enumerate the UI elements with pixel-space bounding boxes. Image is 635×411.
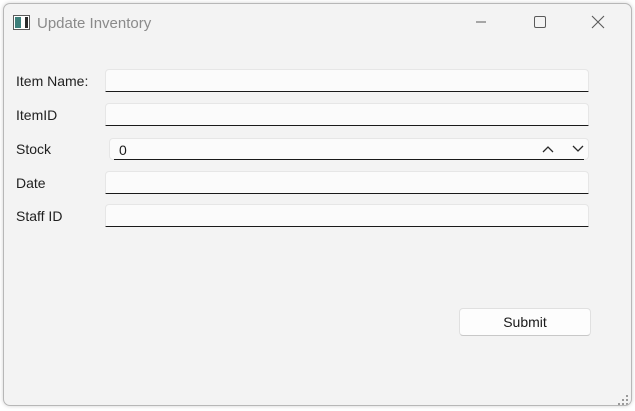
- staff-id-field[interactable]: [105, 204, 589, 227]
- stock-value[interactable]: 0: [119, 142, 127, 158]
- stock-underline: [114, 158, 584, 160]
- chevron-down-icon: [572, 140, 584, 158]
- item-id-label: ItemID: [16, 107, 58, 123]
- maximize-button[interactable]: [517, 4, 563, 44]
- staff-id-label: Staff ID: [16, 208, 63, 224]
- close-icon: [591, 15, 605, 34]
- item-name-field[interactable]: [105, 69, 589, 92]
- resize-grip-icon[interactable]: [618, 392, 628, 405]
- close-button[interactable]: [575, 4, 621, 44]
- chevron-up-icon: [542, 140, 554, 158]
- item-id-field[interactable]: [105, 103, 589, 126]
- stock-label: Stock: [16, 141, 52, 157]
- maximize-icon: [534, 15, 546, 33]
- submit-button[interactable]: Submit: [459, 308, 591, 336]
- minimize-button[interactable]: [458, 4, 504, 44]
- stock-increment-button[interactable]: [535, 139, 561, 159]
- stock-spinbox[interactable]: 0: [109, 138, 589, 160]
- item-name-label: Item Name:: [16, 73, 89, 89]
- title-bar[interactable]: Update Inventory: [4, 4, 631, 44]
- app-icon: [13, 15, 30, 30]
- update-inventory-window: Update Inventory Item Name: ItemID Stock…: [3, 3, 632, 406]
- date-field[interactable]: [105, 171, 589, 194]
- window-title: Update Inventory: [37, 15, 152, 32]
- minimize-icon: [475, 15, 487, 33]
- stock-decrement-button[interactable]: [565, 139, 591, 159]
- date-label: Date: [16, 175, 46, 191]
